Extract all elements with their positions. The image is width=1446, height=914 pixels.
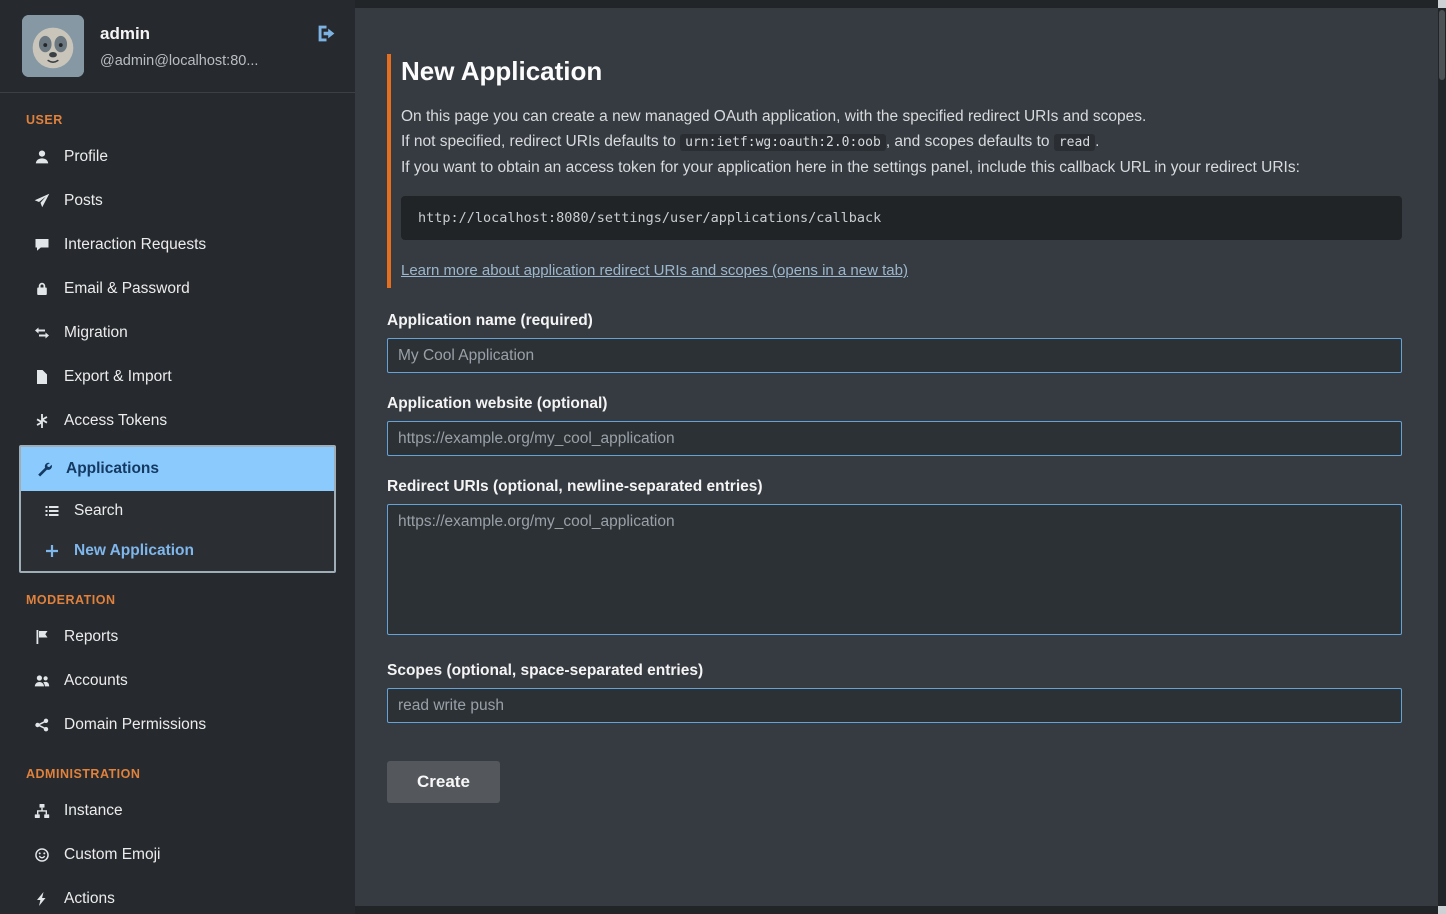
sidebar-item-label: Posts xyxy=(64,192,103,210)
inline-code-oob: urn:ietf:wg:oauth:2.0:oob xyxy=(680,134,886,151)
redirect-uris-label: Redirect URIs (optional, newline-separat… xyxy=(387,478,1402,496)
sidebar-item-posts[interactable]: Posts xyxy=(19,179,336,223)
user-handle: @admin@localhost:80... xyxy=(100,53,300,69)
lock-icon xyxy=(33,281,51,297)
application-website-label: Application website (optional) xyxy=(387,395,1402,413)
user-meta: admin @admin@localhost:80... xyxy=(100,24,300,69)
sidebar-item-interaction-requests[interactable]: Interaction Requests xyxy=(19,223,336,267)
sidebar-item-label: Applications xyxy=(66,460,159,478)
sidebar-item-label: Reports xyxy=(64,628,118,646)
users-icon xyxy=(33,673,51,689)
scrollbar-up-button[interactable] xyxy=(1438,0,1446,8)
scopes-label: Scopes (optional, space-separated entrie… xyxy=(387,662,1402,680)
page-header: New Application On this page you can cre… xyxy=(387,54,1402,288)
description-line-1: On this page you can create a new manage… xyxy=(401,108,1146,125)
sidebar-item-label: Domain Permissions xyxy=(64,716,206,734)
sidebar-item-label: New Application xyxy=(74,542,194,560)
share-nodes-icon xyxy=(33,717,51,733)
inline-code-read: read xyxy=(1054,134,1095,151)
sidebar-item-domain-permissions[interactable]: Domain Permissions xyxy=(19,703,336,747)
avatar xyxy=(22,15,84,77)
description-line-3: If you want to obtain an access token fo… xyxy=(401,159,1300,176)
sidebar: admin @admin@localhost:80... USER Profil… xyxy=(0,0,355,914)
smiley-icon xyxy=(33,847,51,863)
main-panel: New Application On this page you can cre… xyxy=(355,8,1438,906)
sidebar-item-applications[interactable]: Applications xyxy=(21,447,334,491)
create-button[interactable]: Create xyxy=(387,761,500,803)
user-icon xyxy=(33,149,51,165)
redirect-uris-textarea[interactable] xyxy=(387,504,1402,635)
bolt-icon xyxy=(33,891,51,907)
sidebar-item-label: Search xyxy=(74,502,123,520)
application-name-input[interactable] xyxy=(387,338,1402,373)
applications-menu-group: Applications Search New Application xyxy=(19,445,336,573)
comment-icon xyxy=(33,237,51,253)
file-export-icon xyxy=(33,369,51,385)
applications-submenu: Search New Application xyxy=(21,491,334,571)
application-name-label: Application name (required) xyxy=(387,312,1402,330)
sitemap-icon xyxy=(33,803,51,819)
sidebar-item-new-application[interactable]: New Application xyxy=(21,531,334,571)
scopes-input[interactable] xyxy=(387,688,1402,723)
wrench-icon xyxy=(35,461,53,477)
logout-icon[interactable] xyxy=(316,23,337,49)
sidebar-item-accounts[interactable]: Accounts xyxy=(19,659,336,703)
sidebar-item-export-import[interactable]: Export & Import xyxy=(19,355,336,399)
scrollbar-down-button[interactable] xyxy=(1438,906,1446,914)
transfer-arrows-icon xyxy=(33,325,51,341)
application-website-field-group: Application website (optional) xyxy=(387,395,1402,456)
sidebar-item-label: Profile xyxy=(64,148,108,166)
sidebar-item-instance[interactable]: Instance xyxy=(19,789,336,833)
sidebar-item-label: Instance xyxy=(64,802,123,820)
sidebar-item-email-password[interactable]: Email & Password xyxy=(19,267,336,311)
sidebar-item-search[interactable]: Search xyxy=(21,491,334,531)
section-label-moderation: MODERATION xyxy=(26,593,336,607)
application-name-field-group: Application name (required) xyxy=(387,312,1402,373)
sidebar-item-reports[interactable]: Reports xyxy=(19,615,336,659)
sidebar-item-label: Migration xyxy=(64,324,128,342)
scopes-field-group: Scopes (optional, space-separated entrie… xyxy=(387,662,1402,723)
sidebar-item-label: Accounts xyxy=(64,672,128,690)
section-label-administration: ADMINISTRATION xyxy=(26,767,336,781)
sidebar-item-label: Access Tokens xyxy=(64,412,167,430)
new-application-form: Application name (required) Application … xyxy=(387,312,1402,803)
callback-url-code-block: http://localhost:8080/settings/user/appl… xyxy=(401,196,1402,240)
scrollbar[interactable] xyxy=(1438,0,1446,914)
list-icon xyxy=(43,503,61,519)
flag-icon xyxy=(33,629,51,645)
sidebar-item-label: Email & Password xyxy=(64,280,190,298)
sidebar-item-label: Custom Emoji xyxy=(64,846,160,864)
sidebar-item-migration[interactable]: Migration xyxy=(19,311,336,355)
certificate-icon xyxy=(33,413,51,429)
application-website-input[interactable] xyxy=(387,421,1402,456)
user-card[interactable]: admin @admin@localhost:80... xyxy=(0,0,355,93)
section-label-user: USER xyxy=(26,113,336,127)
sidebar-item-access-tokens[interactable]: Access Tokens xyxy=(19,399,336,443)
sidebar-item-label: Actions xyxy=(64,890,115,908)
sidebar-nav: USER Profile Posts Interaction Requests … xyxy=(0,113,355,914)
redirect-uris-field-group: Redirect URIs (optional, newline-separat… xyxy=(387,478,1402,640)
sidebar-item-label: Export & Import xyxy=(64,368,172,386)
plus-icon xyxy=(43,543,61,559)
sidebar-item-profile[interactable]: Profile xyxy=(19,135,336,179)
page-title: New Application xyxy=(401,56,1402,87)
sidebar-item-custom-emoji[interactable]: Custom Emoji xyxy=(19,833,336,877)
sidebar-item-actions[interactable]: Actions xyxy=(19,877,336,914)
sidebar-item-label: Interaction Requests xyxy=(64,236,206,254)
page-description: On this page you can create a new manage… xyxy=(401,104,1402,180)
user-name: admin xyxy=(100,24,300,44)
paper-plane-icon xyxy=(33,193,51,209)
scrollbar-thumb[interactable] xyxy=(1439,10,1445,80)
description-line-2: If not specified, redirect URIs defaults… xyxy=(401,133,680,150)
learn-more-link[interactable]: Learn more about application redirect UR… xyxy=(401,262,908,279)
